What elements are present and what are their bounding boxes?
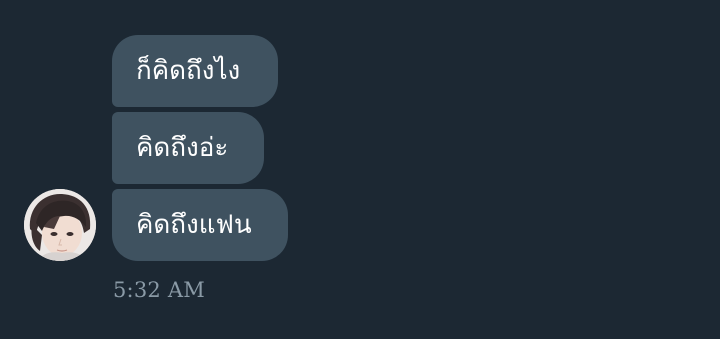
message-bubble[interactable]: คิดถึงแฟน (112, 189, 288, 261)
message-bubble[interactable]: ก็คิดถึงไง (112, 35, 278, 107)
message-timestamp: 5:32 AM (113, 278, 205, 302)
sender-avatar[interactable] (24, 189, 96, 261)
message-text: ก็คิดถึงไง (136, 56, 241, 86)
avatar-photo-icon (24, 189, 96, 261)
message-text: คิดถึงอ่ะ (136, 133, 229, 163)
chat-thread: ก็คิดถึงไง คิดถึงอ่ะ คิดถึงแฟน 5:32 AM (0, 0, 720, 339)
message-text: คิดถึงแฟน (136, 210, 252, 240)
message-bubble[interactable]: คิดถึงอ่ะ (112, 112, 264, 184)
